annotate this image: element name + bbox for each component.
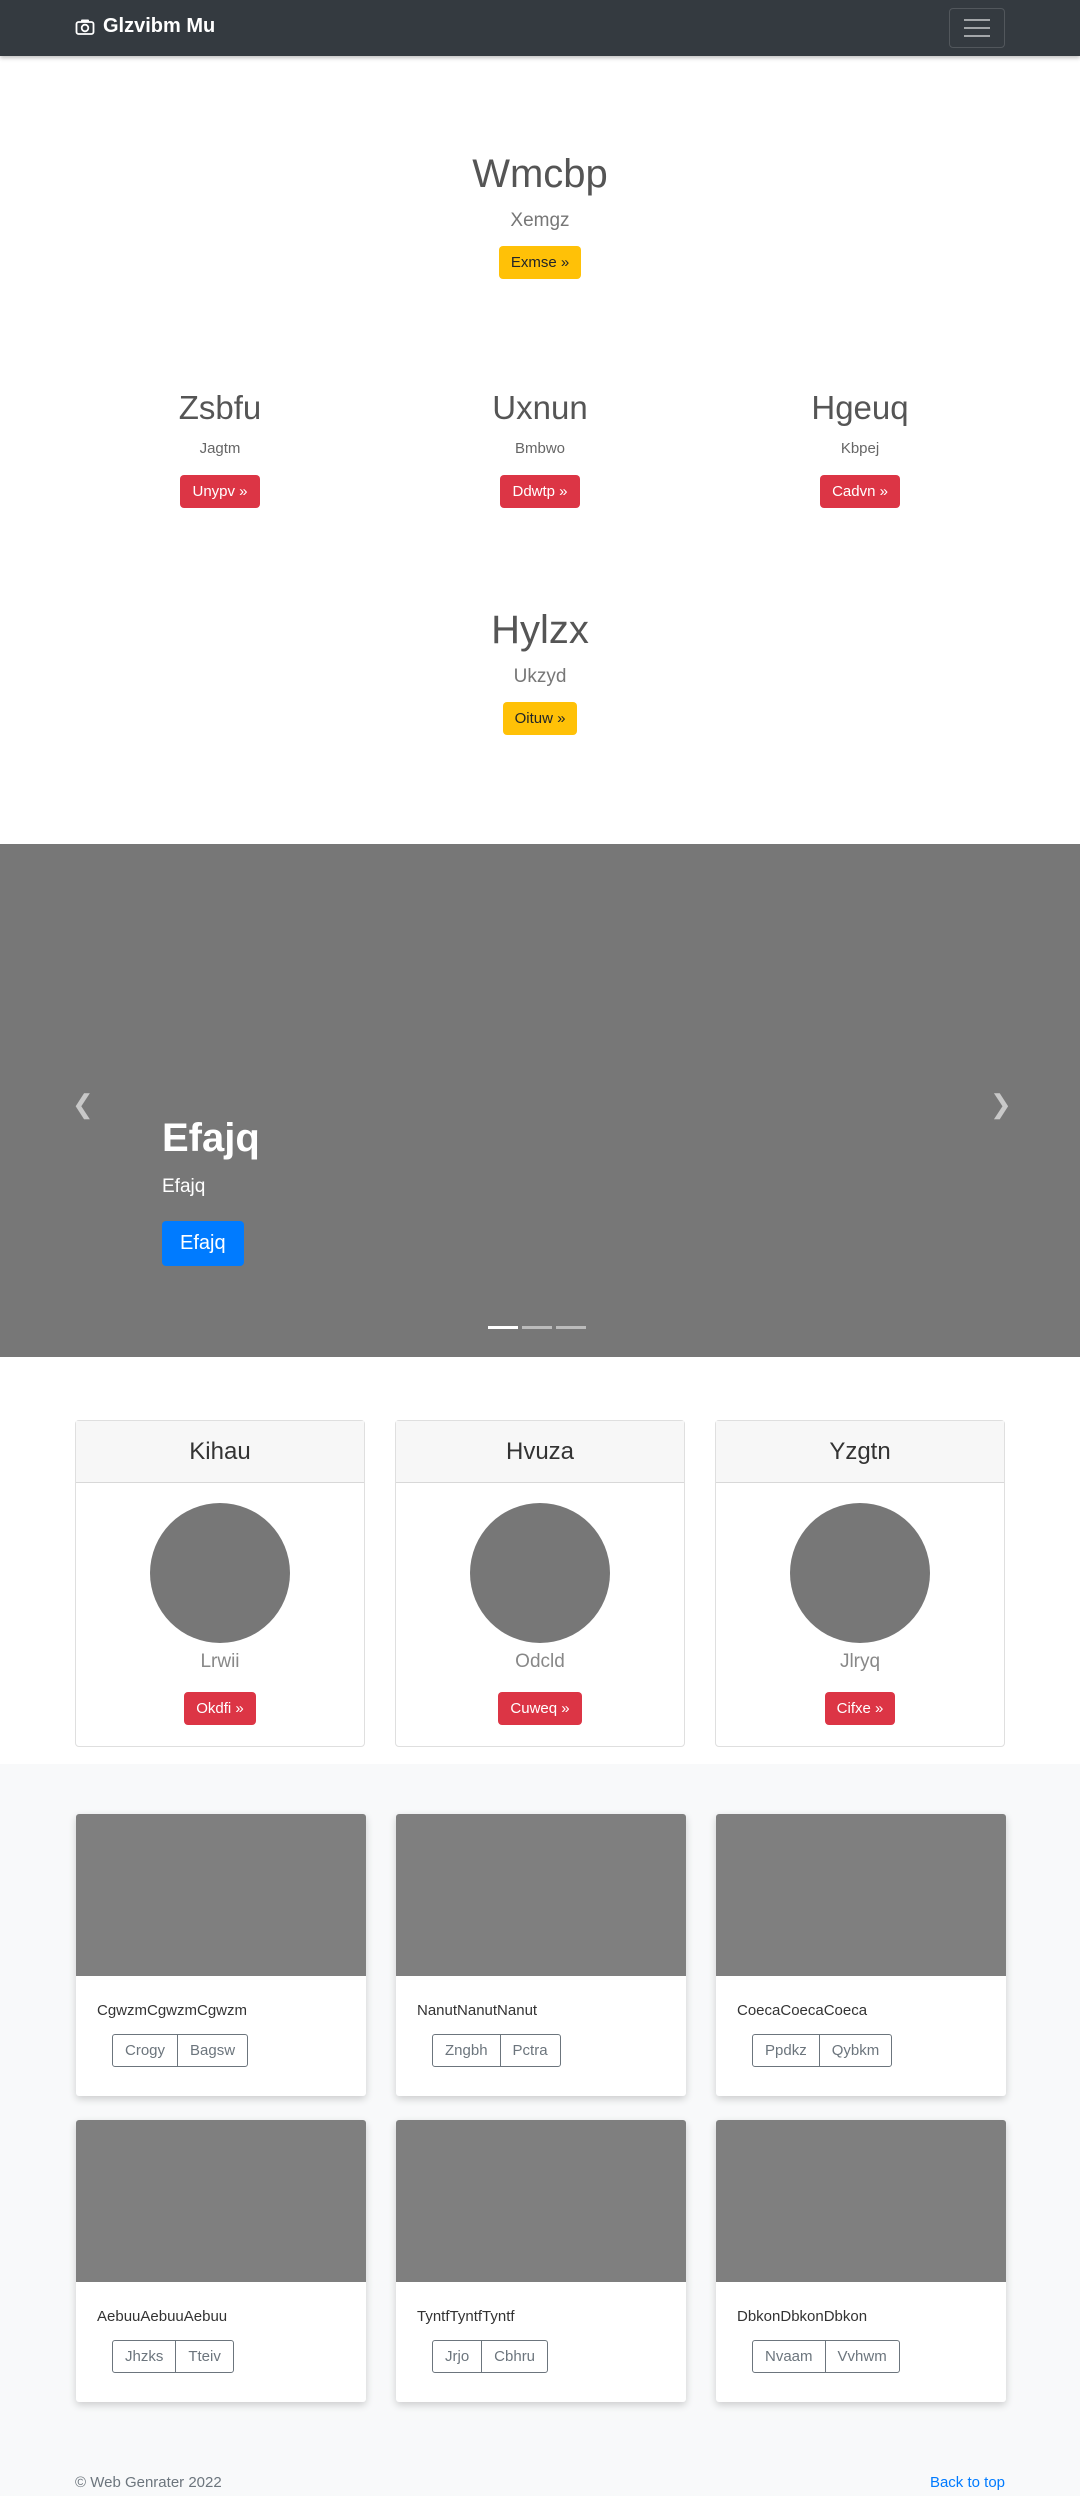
avatar bbox=[150, 1503, 290, 1643]
feature-column: Uxnun Bmbwo Ddwtp » bbox=[390, 388, 690, 508]
card-text: DbkonDbkonDbkon bbox=[737, 2308, 868, 2325]
card-button-group: Nvaam Vvhwm bbox=[752, 2340, 900, 2373]
hero-section-2: Hylzx Ukzyd Oituw » bbox=[0, 606, 1080, 735]
profile-card: Yzgtn Jlryq Cifxe » bbox=[715, 1420, 1005, 1747]
carousel-indicator[interactable] bbox=[556, 1326, 586, 1329]
card-button-2[interactable]: Vvhwm bbox=[824, 2340, 900, 2373]
carousel-subtitle: Efajq bbox=[162, 1176, 206, 1197]
card-button-group: Zngbh Pctra bbox=[432, 2034, 561, 2067]
camera-icon bbox=[75, 19, 95, 35]
chevron-left-icon[interactable]: ❮ bbox=[72, 1089, 94, 1120]
card-button-1[interactable]: Ppdkz bbox=[752, 2034, 820, 2067]
card-text: CgwzmCgwzmCgwzm bbox=[97, 2002, 248, 2019]
album-card: TyntfTyntfTyntf Jrjo Cbhru bbox=[396, 2120, 686, 2402]
card-button-1[interactable]: Jhzks bbox=[112, 2340, 177, 2373]
feature-column: Zsbfu Jagtm Unypv » bbox=[70, 388, 370, 508]
column-title: Uxnun bbox=[492, 389, 588, 426]
column-subtitle: Kbpej bbox=[840, 439, 880, 457]
carousel: ❮ ❯ Efajq Efajq Efajq bbox=[0, 844, 1080, 1357]
card-name: Jlryq bbox=[839, 1651, 881, 1672]
hamburger-icon bbox=[964, 19, 990, 21]
card-header: Yzgtn bbox=[716, 1421, 1004, 1483]
feature-column: Hgeuq Kbpej Cadvn » bbox=[710, 388, 1010, 508]
card-button-1[interactable]: Crogy bbox=[112, 2034, 179, 2067]
hero-button[interactable]: Exmse » bbox=[498, 246, 582, 279]
card-button[interactable]: Cuweq » bbox=[498, 1692, 582, 1725]
card-button-2[interactable]: Cbhru bbox=[481, 2340, 549, 2373]
album-card: AebuuAebuuAebuu Jhzks Tteiv bbox=[76, 2120, 366, 2402]
footer-copyright: © Web Genrater 2022 bbox=[75, 2474, 222, 2491]
card-button[interactable]: Cifxe » bbox=[824, 1692, 896, 1725]
card-button-1[interactable]: Zngbh bbox=[432, 2034, 501, 2067]
album-card: DbkonDbkonDbkon Nvaam Vvhwm bbox=[716, 2120, 1006, 2402]
column-subtitle: Jagtm bbox=[199, 439, 241, 457]
card-button-2[interactable]: Pctra bbox=[499, 2034, 561, 2067]
chevron-right-icon[interactable]: ❯ bbox=[990, 1089, 1012, 1120]
back-to-top-link[interactable]: Back to top bbox=[930, 2474, 1005, 2491]
card-button-group: Jrjo Cbhru bbox=[432, 2340, 549, 2373]
card-button-2[interactable]: Bagsw bbox=[177, 2034, 249, 2067]
avatar bbox=[790, 1503, 930, 1643]
card-thumbnail bbox=[396, 1814, 686, 1976]
card-button-group: Jhzks Tteiv bbox=[112, 2340, 234, 2373]
navbar: Glzvibm Mu bbox=[0, 0, 1080, 56]
hero-title: Wmcbp bbox=[472, 152, 608, 196]
album-card: CgwzmCgwzmCgwzm Crogy Bagsw bbox=[76, 1814, 366, 2096]
column-button[interactable]: Unypv » bbox=[180, 474, 260, 508]
hero-subtitle: Xemgz bbox=[510, 210, 570, 231]
column-title: Hgeuq bbox=[811, 389, 909, 426]
card-thumbnail bbox=[76, 2120, 366, 2282]
carousel-title: Efajq bbox=[162, 1116, 260, 1160]
card-text: AebuuAebuuAebuu bbox=[97, 2308, 228, 2325]
column-button[interactable]: Cadvn » bbox=[820, 474, 900, 508]
card-button-1[interactable]: Nvaam bbox=[752, 2340, 826, 2373]
column-title: Zsbfu bbox=[178, 389, 262, 426]
profile-card: Hvuza Odcld Cuweq » bbox=[395, 1420, 685, 1747]
card-button-group: Crogy Bagsw bbox=[112, 2034, 249, 2067]
album-card: NanutNanutNanut Zngbh Pctra bbox=[396, 1814, 686, 2096]
navbar-toggler-button[interactable] bbox=[949, 8, 1005, 48]
hero-subtitle: Ukzyd bbox=[513, 666, 567, 687]
profile-card: Kihau Lrwii Okdfi » bbox=[75, 1420, 365, 1747]
brand-text: Glzvibm Mu bbox=[103, 15, 216, 37]
card-header: Kihau bbox=[76, 1421, 364, 1483]
brand-link[interactable]: Glzvibm Mu bbox=[75, 15, 215, 38]
hero-button[interactable]: Oituw » bbox=[502, 702, 578, 735]
card-button-2[interactable]: Qybkm bbox=[818, 2034, 893, 2067]
hero-section-1: Wmcbp Xemgz Exmse » bbox=[0, 150, 1080, 279]
carousel-indicator[interactable] bbox=[488, 1326, 518, 1329]
card-text: TyntfTyntfTyntf bbox=[417, 2308, 515, 2325]
avatar bbox=[470, 1503, 610, 1643]
carousel-button[interactable]: Efajq bbox=[162, 1221, 244, 1266]
card-thumbnail bbox=[396, 2120, 686, 2282]
card-thumbnail bbox=[76, 1814, 366, 1976]
card-header: Hvuza bbox=[396, 1421, 684, 1483]
card-button-2[interactable]: Tteiv bbox=[175, 2340, 234, 2373]
carousel-indicator[interactable] bbox=[522, 1326, 552, 1329]
card-thumbnail bbox=[716, 1814, 1006, 1976]
column-subtitle: Bmbwo bbox=[514, 439, 566, 457]
album-card: CoecaCoecaCoeca Ppdkz Qybkm bbox=[716, 1814, 1006, 2096]
card-button-1[interactable]: Jrjo bbox=[432, 2340, 483, 2373]
card-name: Lrwii bbox=[200, 1651, 240, 1672]
card-text: CoecaCoecaCoeca bbox=[737, 2002, 868, 2019]
card-button[interactable]: Okdfi » bbox=[184, 1692, 256, 1725]
card-button-group: Ppdkz Qybkm bbox=[752, 2034, 893, 2067]
carousel-indicators bbox=[488, 1326, 586, 1329]
card-name: Odcld bbox=[515, 1651, 565, 1672]
album-section: CgwzmCgwzmCgwzm Crogy Bagsw NanutNanutNa… bbox=[0, 1764, 1080, 2496]
hero-title: Hylzx bbox=[491, 608, 589, 652]
column-button[interactable]: Ddwtp » bbox=[500, 474, 580, 508]
card-thumbnail bbox=[716, 2120, 1006, 2282]
card-text: NanutNanutNanut bbox=[417, 2002, 538, 2019]
